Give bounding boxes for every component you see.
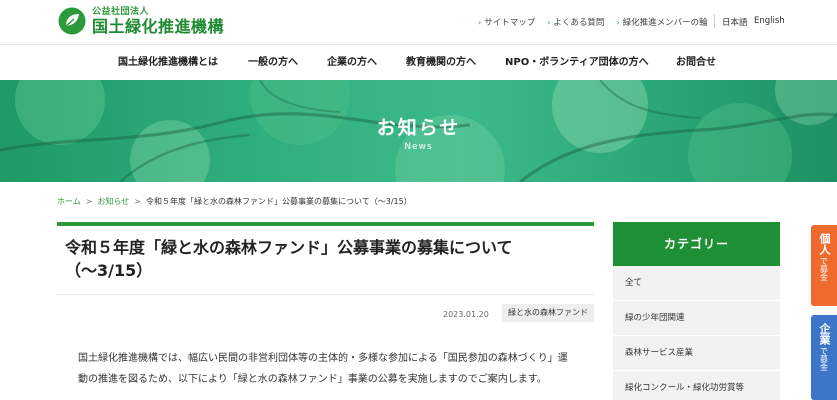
category-item-all[interactable]: 全て xyxy=(613,266,780,301)
article-date: 2023.01.20 xyxy=(443,310,489,319)
individual-donate-tab[interactable]: 個人 で募金 xyxy=(811,225,837,306)
chevron-right-icon: › xyxy=(547,17,551,27)
breadcrumb-current: 令和５年度「緑と水の森林ファンド」公募事業の募集について（〜3/15） xyxy=(146,197,412,206)
hero-banner: お知らせ News xyxy=(0,80,837,182)
utility-divider xyxy=(714,14,715,28)
sitemap-link[interactable]: › サイトマップ xyxy=(478,16,535,29)
global-nav: 国土緑化推進機構とは 一般の方へ 企業の方へ 教育機関の方へ NPO・ボランティ… xyxy=(0,44,837,80)
lang-english-link[interactable]: English xyxy=(754,16,785,26)
site-logo[interactable]: 公益社団法人 国土緑化推進機構 xyxy=(57,6,224,36)
category-heading: カテゴリー xyxy=(613,222,780,266)
hero-title: お知らせ xyxy=(376,117,461,139)
hero-subtitle: News xyxy=(404,142,433,152)
org-type-label: 公益社団法人 xyxy=(92,6,150,17)
site-header: 公益社団法人 国土緑化推進機構 › サイトマップ › よくある質問 › 緑化推進… xyxy=(0,0,837,44)
category-item-contest[interactable]: 緑化コンクール・緑化功労賞等 xyxy=(613,371,780,400)
leaf-logo-icon xyxy=(58,7,86,35)
nav-companies[interactable]: 企業の方へ xyxy=(327,45,377,80)
article-body: 国土緑化推進機構では、幅広い民間の非営利団体等の主体的・多様な参加による「国民参… xyxy=(78,353,568,385)
breadcrumb-separator: > xyxy=(134,197,142,206)
article-accent-bar xyxy=(57,222,594,226)
category-item-green-youth[interactable]: 緑の少年団関連 xyxy=(613,301,780,336)
org-name: 国土緑化推進機構 xyxy=(92,16,225,36)
nav-npo[interactable]: NPO・ボランティア団体の方へ xyxy=(505,45,649,80)
breadcrumb: ホーム > お知らせ > 令和５年度「緑と水の森林ファンド」公募事業の募集につい… xyxy=(57,196,412,207)
category-list: 全て 緑の少年団関連 森林サービス産業 緑化コンクール・緑化功労賞等 xyxy=(613,266,780,400)
nav-about[interactable]: 国土緑化推進機構とは xyxy=(118,45,218,80)
article-divider xyxy=(57,294,594,295)
article-category-tag[interactable]: 緑と水の森林ファンド xyxy=(502,304,594,322)
article-title: 令和５年度「緑と水の森林ファンド」公募事業の募集について （〜3/15） xyxy=(65,238,513,280)
breadcrumb-news[interactable]: お知らせ xyxy=(97,196,129,207)
nav-contact[interactable]: お問合せ xyxy=(676,45,716,80)
category-item-forest-service[interactable]: 森林サービス産業 xyxy=(613,336,780,371)
members-link[interactable]: › 緑化推進メンバーの輪 xyxy=(616,16,707,29)
chevron-right-icon: › xyxy=(478,17,482,27)
nav-general[interactable]: 一般の方へ xyxy=(248,45,298,80)
utility-links: › サイトマップ › よくある質問 › 緑化推進メンバーの輪 xyxy=(478,16,720,29)
lang-japanese-link[interactable]: 日本語 xyxy=(722,16,748,28)
nav-schools[interactable]: 教育機関の方へ xyxy=(406,45,476,80)
breadcrumb-home[interactable]: ホーム xyxy=(57,196,81,207)
company-donate-tab[interactable]: 企業 で募金 xyxy=(811,315,837,400)
faq-link[interactable]: › よくある質問 xyxy=(547,16,604,29)
chevron-right-icon: › xyxy=(616,17,620,27)
breadcrumb-separator: > xyxy=(85,197,93,206)
